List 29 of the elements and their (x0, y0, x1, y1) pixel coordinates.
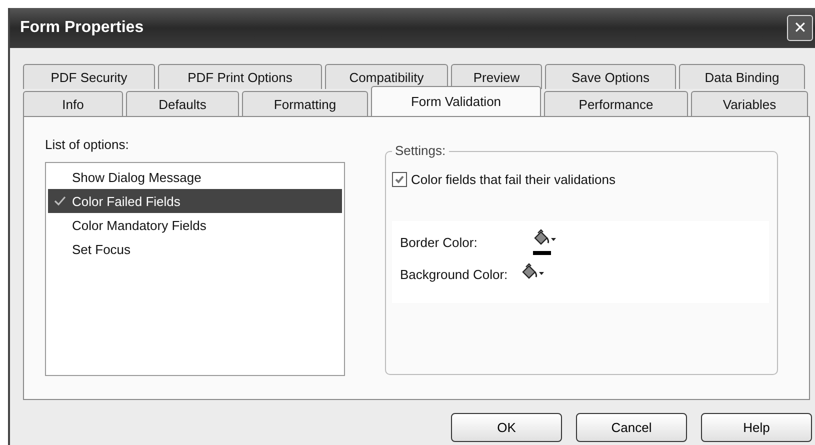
group-title: Settings: (392, 143, 449, 158)
tab[interactable]: Defaults (126, 91, 239, 116)
close-button[interactable]: ✕ (787, 15, 813, 41)
tab[interactable]: Performance (544, 91, 688, 116)
color-picker[interactable] (530, 229, 558, 255)
tab[interactable]: Variables (691, 91, 808, 116)
window-title: Form Properties (20, 19, 144, 37)
list-item[interactable]: Set Focus (48, 237, 342, 261)
checkbox[interactable] (392, 172, 407, 187)
list-item[interactable]: Color Failed Fields (48, 189, 342, 213)
dialog-button[interactable]: OK (451, 413, 562, 442)
tab[interactable]: Data Binding (679, 64, 805, 89)
list-label: List of options: (45, 137, 130, 152)
color-label: Background Color: (400, 266, 509, 282)
checkbox-label: Color fields that fail their validations (411, 172, 616, 187)
check-icon (394, 174, 405, 185)
color-label: Border Color: (400, 234, 478, 250)
tab[interactable]: Formatting (242, 91, 368, 116)
dialog-button[interactable]: Help (701, 413, 812, 442)
list-item[interactable]: Color Mandatory Fields (48, 213, 342, 237)
list-item[interactable]: Show Dialog Message (48, 165, 342, 189)
tab[interactable]: Form Validation (371, 86, 541, 116)
check-icon (54, 196, 66, 206)
dialog-button[interactable]: Cancel (576, 413, 687, 442)
tab[interactable]: PDF Security (23, 64, 155, 89)
tab[interactable]: Info (23, 91, 123, 116)
tab[interactable]: Save Options (545, 64, 676, 89)
tab[interactable]: Compatibility (325, 64, 448, 89)
tab[interactable]: PDF Print Options (158, 64, 322, 89)
